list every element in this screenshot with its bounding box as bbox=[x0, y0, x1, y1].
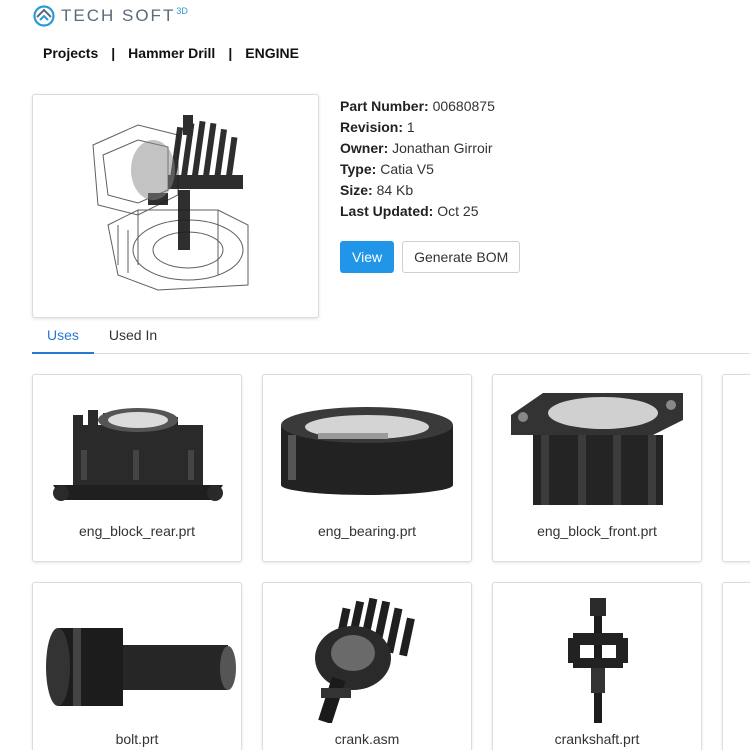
part-name: bolt.prt bbox=[115, 731, 159, 747]
breadcrumb-engine: ENGINE bbox=[245, 45, 299, 61]
part-card-eng-bearing[interactable]: eng_bearing.prt bbox=[262, 374, 472, 562]
part-name: crank.asm bbox=[334, 731, 400, 747]
owner-label: Owner: bbox=[340, 140, 389, 156]
crank-image bbox=[315, 597, 415, 723]
part-number-row: Part Number: 00680875 bbox=[340, 96, 495, 117]
owner-row: Owner: Jonathan Girroir bbox=[340, 138, 495, 159]
size-value: 84 Kb bbox=[376, 182, 414, 198]
brand-logo[interactable]: TECH SOFT3D bbox=[32, 4, 188, 28]
part-card-crankshaft[interactable]: crankshaft.prt bbox=[492, 582, 702, 750]
breadcrumb-separator: | bbox=[228, 45, 233, 61]
model-preview[interactable] bbox=[32, 94, 319, 318]
part-card-partial[interactable] bbox=[722, 582, 750, 750]
tab-used-in[interactable]: Used In bbox=[94, 322, 172, 354]
generate-bom-button[interactable]: Generate BOM bbox=[402, 241, 521, 273]
owner-value: Jonathan Girroir bbox=[392, 140, 493, 156]
part-details: Part Number: 00680875 Revision: 1 Owner:… bbox=[340, 96, 495, 222]
part-number-label: Part Number: bbox=[340, 98, 429, 114]
revision-value: 1 bbox=[406, 119, 415, 135]
breadcrumb-hammer-drill[interactable]: Hammer Drill bbox=[128, 45, 215, 61]
techsoft-logo-icon bbox=[33, 5, 55, 27]
revision-row: Revision: 1 bbox=[340, 117, 495, 138]
part-name: eng_block_front.prt bbox=[537, 523, 657, 539]
eng-block-rear-image bbox=[53, 408, 223, 501]
engine-model-image bbox=[92, 115, 249, 291]
breadcrumb: Projects | Hammer Drill | ENGINE bbox=[43, 45, 299, 61]
breadcrumb-projects[interactable]: Projects bbox=[43, 45, 98, 61]
size-row: Size: 84 Kb bbox=[340, 180, 495, 201]
part-card-eng-block-rear[interactable]: eng_block_rear.prt bbox=[32, 374, 242, 562]
part-card-eng-block-front[interactable]: eng_block_front.prt bbox=[492, 374, 702, 562]
part-name: crankshaft.prt bbox=[554, 731, 640, 747]
bolt-image bbox=[46, 628, 236, 706]
revision-label: Revision: bbox=[340, 119, 404, 135]
part-number-value: 00680875 bbox=[432, 98, 495, 114]
crankshaft-image bbox=[568, 598, 628, 723]
part-card-crank[interactable]: crank.asm bbox=[262, 582, 472, 750]
part-card-bolt[interactable]: bolt.prt bbox=[32, 582, 242, 750]
updated-label: Last Updated: bbox=[340, 203, 434, 219]
tab-uses[interactable]: Uses bbox=[32, 322, 94, 354]
type-value: Catia V5 bbox=[380, 161, 434, 177]
type-label: Type: bbox=[340, 161, 377, 177]
updated-value: Oct 25 bbox=[437, 203, 479, 219]
part-card-partial[interactable] bbox=[722, 374, 750, 562]
size-label: Size: bbox=[340, 182, 373, 198]
view-button[interactable]: View bbox=[340, 241, 395, 273]
tab-bar: Uses Used In bbox=[32, 322, 750, 354]
part-name: eng_bearing.prt bbox=[317, 523, 417, 539]
eng-block-front-image bbox=[511, 393, 683, 505]
updated-row: Last Updated: Oct 25 bbox=[340, 201, 495, 222]
eng-bearing-image bbox=[281, 407, 453, 495]
type-row: Type: Catia V5 bbox=[340, 159, 495, 180]
action-buttons: View Generate BOM bbox=[340, 241, 521, 273]
part-name: eng_block_rear.prt bbox=[79, 523, 195, 539]
brand-name: TECH SOFT3D bbox=[61, 6, 188, 25]
breadcrumb-separator: | bbox=[111, 45, 116, 61]
